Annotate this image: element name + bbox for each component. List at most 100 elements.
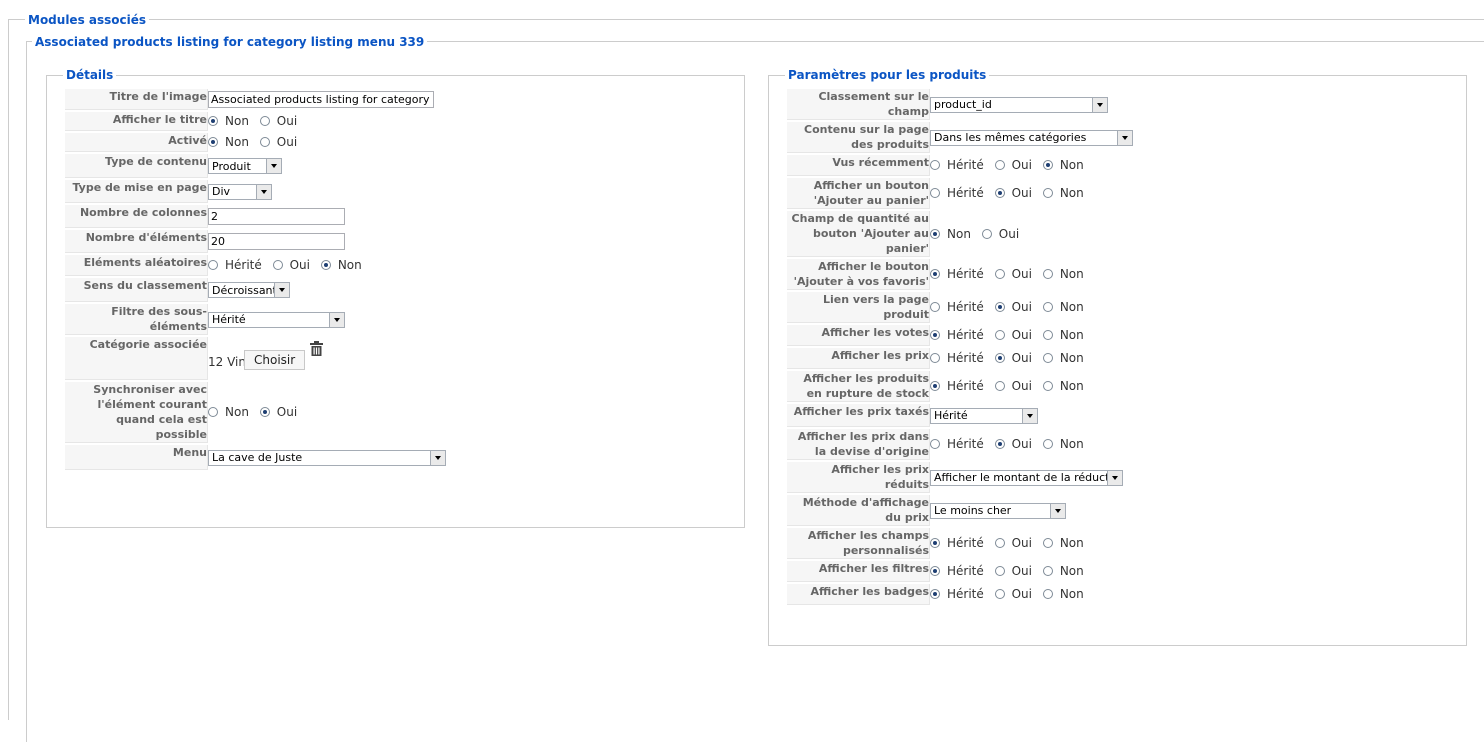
prix-taxes-select[interactable]: Hérité bbox=[930, 407, 1038, 424]
radio-dot[interactable] bbox=[1042, 269, 1053, 279]
afficher-prix-non[interactable]: Non bbox=[1042, 351, 1084, 365]
radio-dot[interactable] bbox=[1042, 538, 1053, 548]
vus-recemment-non[interactable]: Non bbox=[1042, 158, 1084, 172]
afficher-badges-herite[interactable]: Hérité bbox=[930, 587, 984, 601]
type-contenu-select[interactable]: Produit bbox=[208, 158, 282, 174]
champs-personnalises-herite[interactable]: Hérité bbox=[930, 536, 984, 550]
radio-dot[interactable] bbox=[930, 269, 940, 279]
bouton-favoris-herite[interactable]: Hérité bbox=[930, 267, 984, 281]
chevron-down-icon[interactable] bbox=[266, 159, 281, 173]
chevron-down-icon[interactable] bbox=[329, 312, 344, 327]
bouton-favoris-oui[interactable]: Oui bbox=[994, 267, 1032, 281]
prix-reduits-select[interactable]: Afficher le montant de la réduction bbox=[930, 469, 1123, 486]
menu-select[interactable]: La cave de Juste bbox=[208, 449, 446, 466]
bouton-panier-herite[interactable]: Hérité bbox=[930, 186, 984, 200]
radio-dot[interactable] bbox=[1042, 188, 1053, 198]
prix-devise-herite[interactable]: Hérité bbox=[930, 437, 984, 451]
radio-dot[interactable] bbox=[208, 260, 218, 270]
radio-dot[interactable] bbox=[930, 228, 940, 239]
radio-dot[interactable] bbox=[259, 116, 270, 126]
prix-devise-non[interactable]: Non bbox=[1042, 437, 1084, 451]
radio-dot[interactable] bbox=[930, 538, 940, 548]
champ-quantite-oui[interactable]: Oui bbox=[981, 227, 1019, 241]
radio-dot[interactable] bbox=[208, 137, 218, 147]
titre-image-input[interactable]: Associated products listing for category… bbox=[208, 91, 434, 108]
radio-dot[interactable] bbox=[930, 381, 940, 391]
afficher-filtres-non[interactable]: Non bbox=[1042, 564, 1084, 578]
rupture-stock-herite[interactable]: Hérité bbox=[930, 379, 984, 393]
radio-dot[interactable] bbox=[994, 302, 1005, 312]
afficher-votes-non[interactable]: Non bbox=[1042, 328, 1084, 342]
radio-dot[interactable] bbox=[1042, 160, 1053, 170]
afficher-badges-non[interactable]: Non bbox=[1042, 587, 1084, 601]
radio-dot[interactable] bbox=[930, 589, 940, 599]
vus-recemment-herite[interactable]: Hérité bbox=[930, 158, 984, 172]
lien-page-produit-herite[interactable]: Hérité bbox=[930, 300, 984, 314]
radio-dot[interactable] bbox=[930, 302, 940, 312]
synchroniser-non[interactable]: Non bbox=[208, 405, 249, 419]
radio-dot[interactable] bbox=[930, 439, 940, 449]
methode-affichage-prix-select[interactable]: Le moins cher bbox=[930, 502, 1066, 519]
chevron-down-icon[interactable] bbox=[1092, 97, 1107, 112]
radio-dot[interactable] bbox=[994, 566, 1005, 576]
bouton-panier-non[interactable]: Non bbox=[1042, 186, 1084, 200]
chevron-down-icon[interactable] bbox=[430, 450, 445, 465]
afficher-badges-oui[interactable]: Oui bbox=[994, 587, 1032, 601]
radio-dot[interactable] bbox=[208, 407, 218, 417]
champs-personnalises-non[interactable]: Non bbox=[1042, 536, 1084, 550]
filtre-sous-elements-select[interactable]: Hérité bbox=[208, 311, 345, 328]
radio-dot[interactable] bbox=[981, 228, 992, 239]
radio-dot[interactable] bbox=[320, 260, 331, 270]
radio-dot[interactable] bbox=[930, 330, 940, 340]
rupture-stock-oui[interactable]: Oui bbox=[994, 379, 1032, 393]
radio-dot[interactable] bbox=[1042, 381, 1053, 391]
radio-dot[interactable] bbox=[1042, 302, 1053, 312]
afficher-filtres-herite[interactable]: Hérité bbox=[930, 564, 984, 578]
afficher-votes-oui[interactable]: Oui bbox=[994, 328, 1032, 342]
afficher-titre-oui[interactable]: Oui bbox=[259, 114, 297, 128]
rupture-stock-non[interactable]: Non bbox=[1042, 379, 1084, 393]
chevron-down-icon[interactable] bbox=[256, 184, 271, 199]
elements-aleatoires-non[interactable]: Non bbox=[320, 258, 362, 272]
chevron-down-icon[interactable] bbox=[274, 283, 289, 297]
nb-colonnes-input[interactable]: 2 bbox=[208, 208, 345, 225]
radio-dot[interactable] bbox=[930, 188, 940, 198]
elements-aleatoires-oui[interactable]: Oui bbox=[272, 258, 310, 272]
radio-dot[interactable] bbox=[994, 381, 1005, 391]
classement-champ-select[interactable]: product_id bbox=[930, 96, 1108, 113]
bouton-favoris-non[interactable]: Non bbox=[1042, 267, 1084, 281]
active-oui[interactable]: Oui bbox=[259, 135, 297, 149]
type-mise-en-page-select[interactable]: Div bbox=[208, 183, 272, 200]
contenu-page-produits-select[interactable]: Dans les mêmes catégories bbox=[930, 129, 1133, 146]
radio-dot[interactable] bbox=[994, 589, 1005, 599]
nb-elements-input[interactable]: 20 bbox=[208, 233, 345, 250]
synchroniser-oui[interactable]: Oui bbox=[259, 405, 297, 419]
radio-dot[interactable] bbox=[930, 353, 940, 363]
afficher-titre-non[interactable]: Non bbox=[208, 114, 249, 128]
radio-dot[interactable] bbox=[1042, 353, 1053, 363]
radio-dot[interactable] bbox=[994, 188, 1005, 198]
vus-recemment-oui[interactable]: Oui bbox=[994, 158, 1032, 172]
champs-personnalises-oui[interactable]: Oui bbox=[994, 536, 1032, 550]
radio-dot[interactable] bbox=[994, 160, 1005, 170]
radio-dot[interactable] bbox=[1042, 439, 1053, 449]
chevron-down-icon[interactable] bbox=[1107, 470, 1122, 485]
elements-aleatoires-herite[interactable]: Hérité bbox=[208, 258, 262, 272]
chevron-down-icon[interactable] bbox=[1022, 408, 1037, 423]
radio-dot[interactable] bbox=[994, 269, 1005, 279]
lien-page-produit-non[interactable]: Non bbox=[1042, 300, 1084, 314]
sens-classement-select[interactable]: Décroissant bbox=[208, 282, 290, 298]
trash-icon[interactable] bbox=[310, 341, 323, 359]
radio-dot[interactable] bbox=[994, 538, 1005, 548]
active-non[interactable]: Non bbox=[208, 135, 249, 149]
radio-dot[interactable] bbox=[259, 407, 270, 417]
afficher-filtres-oui[interactable]: Oui bbox=[994, 564, 1032, 578]
radio-dot[interactable] bbox=[930, 160, 940, 170]
afficher-prix-herite[interactable]: Hérité bbox=[930, 351, 984, 365]
radio-dot[interactable] bbox=[272, 260, 283, 270]
afficher-votes-herite[interactable]: Hérité bbox=[930, 328, 984, 342]
radio-dot[interactable] bbox=[994, 439, 1005, 449]
radio-dot[interactable] bbox=[208, 116, 218, 126]
choisir-button[interactable]: Choisir bbox=[244, 350, 306, 370]
prix-devise-oui[interactable]: Oui bbox=[994, 437, 1032, 451]
